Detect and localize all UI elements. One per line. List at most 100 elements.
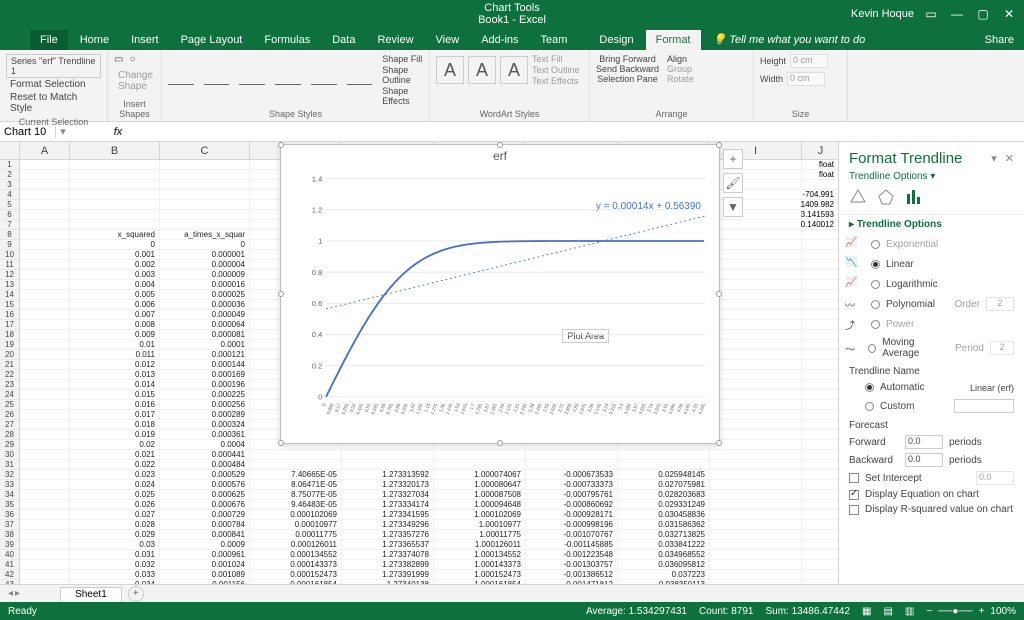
cell-D42[interactable]: 0.000152473: [250, 570, 342, 579]
cell-B24[interactable]: 0.015: [70, 390, 160, 399]
view-tab[interactable]: View: [426, 30, 470, 50]
cell-J41[interactable]: [802, 560, 840, 569]
cell-C34[interactable]: 0.000625: [160, 490, 250, 499]
cell-A28[interactable]: [20, 430, 70, 439]
cell-C27[interactable]: 0.000324: [160, 420, 250, 429]
cell-I8[interactable]: [710, 230, 802, 239]
cell-C40[interactable]: 0.000961: [160, 550, 250, 559]
row-header-12[interactable]: 12: [0, 270, 19, 280]
cell-H37[interactable]: 0.031586362: [618, 520, 710, 529]
shape-style-2[interactable]: [204, 67, 230, 85]
cell-I16[interactable]: [710, 310, 802, 319]
sheet-tab-sheet1[interactable]: Sheet1: [60, 587, 122, 601]
cell-C39[interactable]: 0.0009: [160, 540, 250, 549]
cell-A33[interactable]: [20, 480, 70, 489]
embedded-chart[interactable]: + 🖌 ▼ erf y = 0.00014x + 0.56390 Plot Ar…: [280, 144, 720, 444]
cell-A31[interactable]: [20, 460, 70, 469]
cell-I26[interactable]: [710, 410, 802, 419]
cell-F33[interactable]: 1.000080647: [434, 480, 526, 489]
cell-A36[interactable]: [20, 510, 70, 519]
cell-A21[interactable]: [20, 360, 70, 369]
radio-power[interactable]: [871, 320, 880, 329]
cell-B11[interactable]: 0.002: [70, 260, 160, 269]
cell-j1[interactable]: float: [801, 160, 834, 170]
row-header-20[interactable]: 20: [0, 350, 19, 360]
shape-effects-button[interactable]: Shape Effects: [382, 86, 423, 106]
cell-J9[interactable]: [802, 240, 840, 249]
shape-style-6[interactable]: [347, 67, 373, 85]
cell-B7[interactable]: [70, 220, 160, 229]
cell-E32[interactable]: 1.273313592: [342, 470, 434, 479]
cell-G33[interactable]: -0.000733373: [526, 480, 618, 489]
resize-handle[interactable]: [716, 440, 722, 446]
addins-tab[interactable]: Add-ins: [471, 30, 528, 50]
row-header-14[interactable]: 14: [0, 290, 19, 300]
cell-H32[interactable]: 0.025948145: [618, 470, 710, 479]
cell-B23[interactable]: 0.014: [70, 380, 160, 389]
cell-A11[interactable]: [20, 260, 70, 269]
bring-forward-button[interactable]: Bring Forward: [596, 54, 659, 64]
cell-D30[interactable]: [250, 450, 342, 459]
cell-I36[interactable]: [710, 510, 802, 519]
cell-G32[interactable]: -0.000673533: [526, 470, 618, 479]
cell-A5[interactable]: [20, 200, 70, 209]
cell-I37[interactable]: [710, 520, 802, 529]
cell-D34[interactable]: 8.75077E-05: [250, 490, 342, 499]
row-header-29[interactable]: 29: [0, 440, 19, 450]
cell-A39[interactable]: [20, 540, 70, 549]
select-all-corner[interactable]: [0, 142, 20, 159]
cell-B33[interactable]: 0.024: [70, 480, 160, 489]
resize-handle[interactable]: [278, 440, 284, 446]
cell-A22[interactable]: [20, 370, 70, 379]
cell-C41[interactable]: 0.001024: [160, 560, 250, 569]
resize-handle[interactable]: [716, 142, 722, 148]
cell-j2[interactable]: float: [801, 170, 834, 180]
cell-D35[interactable]: 9.46483E-05: [250, 500, 342, 509]
chart-filters-button[interactable]: ▼: [723, 197, 743, 217]
cell-I27[interactable]: [710, 420, 802, 429]
cell-E38[interactable]: 1.273357276: [342, 530, 434, 539]
cell-B36[interactable]: 0.027: [70, 510, 160, 519]
cell-A27[interactable]: [20, 420, 70, 429]
cell-E40[interactable]: 1.273374078: [342, 550, 434, 559]
cell-A2[interactable]: [20, 170, 70, 179]
cell-I20[interactable]: [710, 350, 802, 359]
cell-I41[interactable]: [710, 560, 802, 569]
cell-B38[interactable]: 0.029: [70, 530, 160, 539]
cell-B39[interactable]: 0.03: [70, 540, 160, 549]
cell-D31[interactable]: [250, 460, 342, 469]
cell-D38[interactable]: 0.00011775: [250, 530, 342, 539]
row-header-11[interactable]: 11: [0, 260, 19, 270]
cell-E34[interactable]: 1.273327034: [342, 490, 434, 499]
row-header-18[interactable]: 18: [0, 330, 19, 340]
chart-styles-button[interactable]: 🖌: [723, 173, 743, 193]
cell-A1[interactable]: [20, 160, 70, 169]
cell-A20[interactable]: [20, 350, 70, 359]
cell-I19[interactable]: [710, 340, 802, 349]
cell-I23[interactable]: [710, 380, 802, 389]
cell-I39[interactable]: [710, 540, 802, 549]
cell-G34[interactable]: -0.000795761: [526, 490, 618, 499]
cell-C6[interactable]: [160, 210, 250, 219]
cell-J29[interactable]: [802, 440, 840, 449]
cell-I29[interactable]: [710, 440, 802, 449]
row-header-9[interactable]: 9: [0, 240, 19, 250]
cell-C23[interactable]: 0.000196: [160, 380, 250, 389]
resize-handle[interactable]: [497, 142, 503, 148]
cell-C17[interactable]: 0.000064: [160, 320, 250, 329]
col-header-J[interactable]: J: [802, 142, 840, 159]
cell-B29[interactable]: 0.02: [70, 440, 160, 449]
cell-J15[interactable]: [802, 300, 840, 309]
cell-A3[interactable]: [20, 180, 70, 189]
cell-E30[interactable]: [342, 450, 434, 459]
cell-I7[interactable]: [710, 220, 802, 229]
cell-B30[interactable]: 0.021: [70, 450, 160, 459]
shape-fill-button[interactable]: Shape Fill: [382, 54, 423, 64]
cell-H41[interactable]: 0.036095812: [618, 560, 710, 569]
radio-logarithmic[interactable]: [871, 280, 880, 289]
cell-j5[interactable]: 1409.982: [801, 200, 834, 210]
cell-H31[interactable]: [618, 460, 710, 469]
cell-B2[interactable]: [70, 170, 160, 179]
cell-D33[interactable]: 8.06471E-05: [250, 480, 342, 489]
cell-A35[interactable]: [20, 500, 70, 509]
